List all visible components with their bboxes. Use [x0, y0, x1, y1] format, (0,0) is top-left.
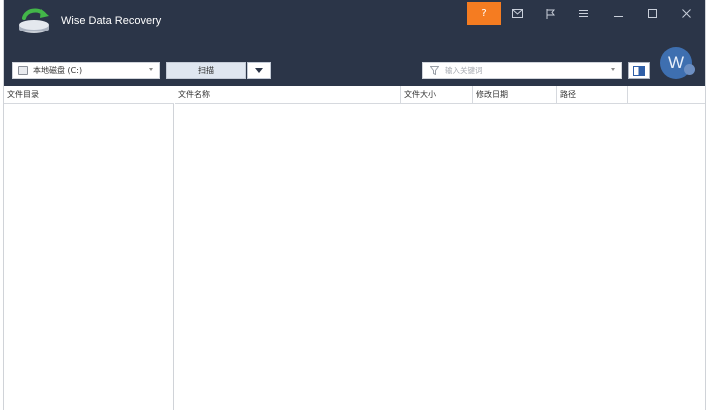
feedback-button[interactable]	[501, 2, 533, 25]
filter-icon	[430, 66, 439, 75]
help-button[interactable]: ?	[467, 2, 501, 25]
filter-box[interactable]	[422, 62, 622, 79]
drive-select[interactable]: 本地磁盘 (C:)	[12, 62, 160, 79]
flag-icon	[546, 8, 555, 19]
close-icon	[681, 9, 691, 18]
split-view-icon	[633, 65, 645, 76]
close-button[interactable]	[670, 2, 702, 25]
column-header-date-label: 修改日期	[476, 90, 508, 99]
folder-tree-header-label: 文件目录	[7, 90, 39, 99]
drive-select-value: 本地磁盘 (C:)	[33, 66, 83, 75]
file-list-pane: 文件名称 文件大小 修改日期 路径	[175, 86, 705, 410]
scan-options-button[interactable]	[247, 62, 271, 79]
avatar-badge	[684, 64, 695, 75]
app-title: Wise Data Recovery	[61, 15, 162, 27]
column-header-path[interactable]: 路径	[557, 86, 628, 104]
avatar-letter: W	[667, 53, 685, 72]
app-window: Wise Data Recovery ? 本地磁盘 (C:) 扫描 输入关键词 …	[3, 0, 706, 410]
folder-tree-pane: 文件目录	[4, 86, 174, 410]
column-header-name[interactable]: 文件名称	[175, 86, 401, 104]
column-header-path-label: 路径	[560, 90, 576, 99]
column-header-size[interactable]: 文件大小	[401, 86, 473, 104]
column-header-filler	[628, 86, 705, 104]
app-logo-icon	[19, 8, 49, 33]
folder-tree-header: 文件目录	[4, 86, 174, 104]
mail-icon	[511, 9, 523, 18]
column-header-size-label: 文件大小	[404, 90, 436, 99]
maximize-icon	[647, 9, 657, 18]
column-header-date[interactable]: 修改日期	[473, 86, 557, 104]
scan-button[interactable]: 扫描	[166, 62, 246, 79]
column-header-name-label: 文件名称	[178, 90, 210, 99]
menu-icon	[578, 10, 588, 17]
chevron-down-icon[interactable]	[611, 68, 615, 71]
caret-down-icon	[255, 68, 263, 73]
chevron-down-icon	[149, 68, 153, 71]
toggle-preview-button[interactable]	[628, 62, 650, 79]
app-header: Wise Data Recovery ? 本地磁盘 (C:) 扫描 输入关键词 …	[4, 0, 705, 86]
drive-icon	[18, 66, 28, 75]
menu-button[interactable]	[567, 2, 599, 25]
maximize-button[interactable]	[636, 2, 668, 25]
minimize-button[interactable]	[602, 2, 634, 25]
minimize-icon	[613, 16, 623, 17]
report-button[interactable]	[534, 2, 566, 25]
scan-button-label: 扫描	[198, 66, 214, 75]
help-icon: ?	[481, 8, 487, 19]
filter-input[interactable]	[445, 66, 595, 75]
